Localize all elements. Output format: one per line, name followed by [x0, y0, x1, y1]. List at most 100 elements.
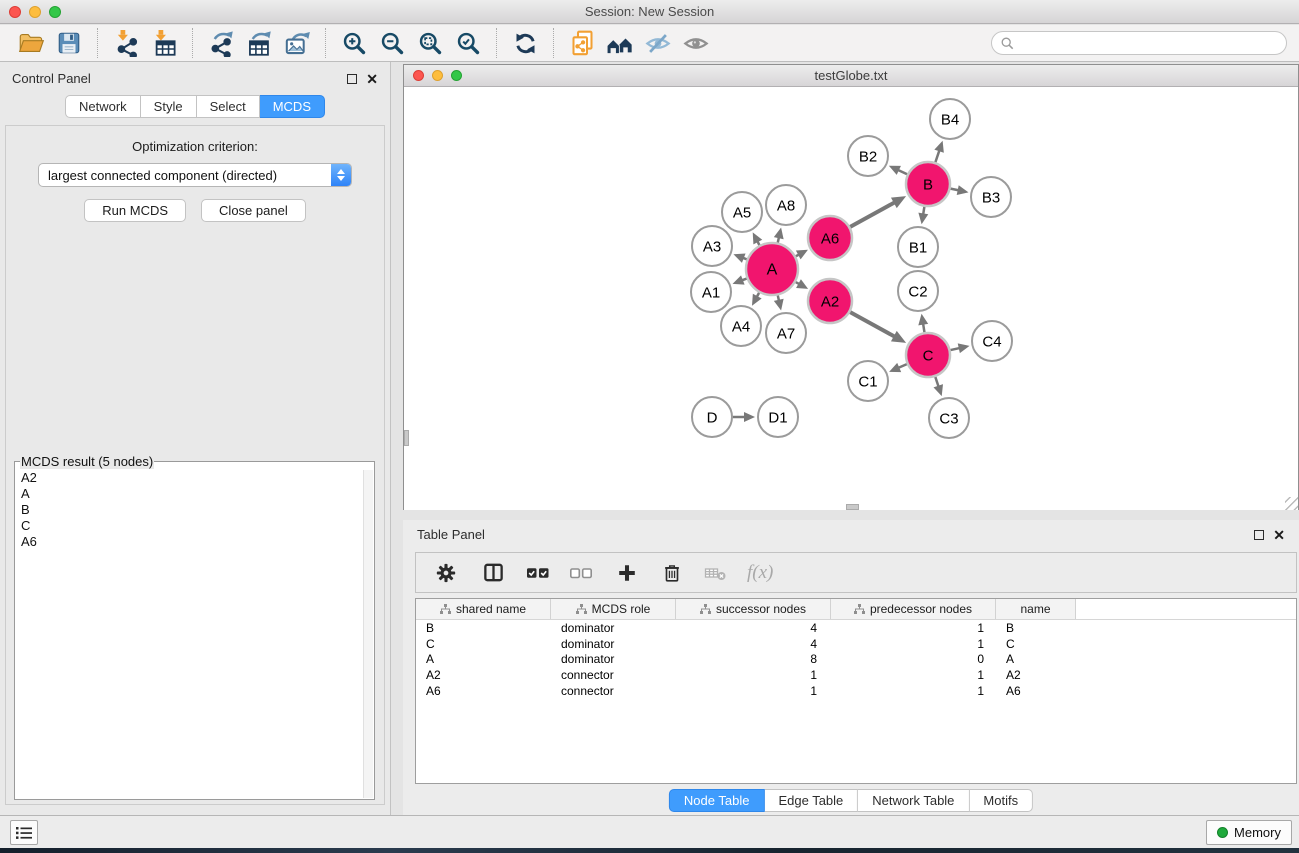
column-header-name[interactable]: name: [996, 599, 1076, 619]
zoom-in-button[interactable]: [339, 28, 369, 58]
optimization-criterion-label: Optimization criterion:: [6, 139, 384, 154]
table-row[interactable]: Cdominator 41 C: [416, 636, 1296, 652]
graph-edge-arrowhead: [934, 384, 943, 396]
graph-node-C4[interactable]: C4: [972, 321, 1012, 361]
delete-column-button[interactable]: [661, 562, 683, 584]
tab-node-table[interactable]: Node Table: [669, 789, 765, 812]
tab-mcds[interactable]: MCDS: [260, 95, 325, 118]
svg-text:A8: A8: [777, 197, 795, 214]
minimize-window-button[interactable]: [29, 6, 41, 18]
show-column-button[interactable]: [482, 561, 505, 584]
table-row[interactable]: Adominator 80 A: [416, 651, 1296, 667]
task-history-button[interactable]: [10, 820, 38, 845]
svg-text:B4: B4: [941, 111, 959, 128]
create-column-button[interactable]: [616, 562, 638, 584]
hide-selected-button[interactable]: [643, 28, 673, 58]
float-panel-icon[interactable]: [347, 74, 357, 84]
plus-icon: [616, 562, 638, 584]
graph-node-B3[interactable]: B3: [971, 177, 1011, 217]
graph-node-B[interactable]: B: [906, 162, 950, 206]
horizontal-scroll-thumb[interactable]: [846, 504, 859, 510]
export-image-button[interactable]: [282, 28, 312, 58]
graph-edge-A6-B[interactable]: [850, 202, 895, 227]
memory-status-icon: [1217, 827, 1228, 838]
tab-select[interactable]: Select: [197, 95, 260, 118]
graph-node-C2[interactable]: C2: [898, 271, 938, 311]
network-zoom-button[interactable]: [451, 70, 462, 81]
graph-node-C1[interactable]: C1: [848, 361, 888, 401]
unselect-all-columns-button[interactable]: [569, 561, 593, 585]
graph-node-A[interactable]: A: [746, 243, 798, 295]
column-header-mcds-role[interactable]: MCDS role: [551, 599, 676, 619]
tab-motifs[interactable]: Motifs: [969, 789, 1033, 812]
graph-node-A6[interactable]: A6: [808, 216, 852, 260]
resize-grip[interactable]: [1285, 497, 1298, 510]
result-item: B: [19, 502, 370, 518]
graph-node-A1[interactable]: A1: [691, 272, 731, 312]
graph-node-B2[interactable]: B2: [848, 136, 888, 176]
main-titlebar: Session: New Session: [0, 0, 1299, 24]
table-settings-button[interactable]: [435, 562, 457, 584]
zoom-out-button[interactable]: [377, 28, 407, 58]
optimization-criterion-dropdown[interactable]: largest connected component (directed): [38, 163, 352, 187]
graph-node-A3[interactable]: A3: [692, 226, 732, 266]
table-row[interactable]: Bdominator 41 B: [416, 620, 1296, 636]
show-all-button[interactable]: [681, 28, 711, 58]
graph-node-A5[interactable]: A5: [722, 192, 762, 232]
import-table-button[interactable]: [149, 28, 179, 58]
vertical-scroll-thumb[interactable]: [404, 430, 409, 446]
graph-node-C[interactable]: C: [906, 333, 950, 377]
close-window-button[interactable]: [9, 6, 21, 18]
tab-style[interactable]: Style: [141, 95, 197, 118]
hierarchy-icon: [576, 604, 587, 614]
column-header-predecessor-nodes[interactable]: predecessor nodes: [831, 599, 996, 619]
graph-node-A8[interactable]: A8: [766, 185, 806, 225]
tab-network-table[interactable]: Network Table: [858, 789, 969, 812]
refresh-view-button[interactable]: [510, 28, 540, 58]
network-close-button[interactable]: [413, 70, 424, 81]
open-session-button[interactable]: [16, 28, 46, 58]
column-header-shared-name[interactable]: shared name: [416, 599, 551, 619]
column-header-successor-nodes[interactable]: successor nodes: [676, 599, 831, 619]
graph-node-A7[interactable]: A7: [766, 313, 806, 353]
tab-edge-table[interactable]: Edge Table: [764, 789, 858, 812]
run-mcds-button[interactable]: Run MCDS: [84, 199, 186, 222]
close-table-panel-icon[interactable]: ✕: [1273, 530, 1285, 540]
zoom-window-button[interactable]: [49, 6, 61, 18]
export-network-button[interactable]: [206, 28, 236, 58]
graph-edge-B-B4[interactable]: [935, 149, 939, 162]
graph-node-D[interactable]: D: [692, 397, 732, 437]
float-table-panel-icon[interactable]: [1254, 530, 1264, 540]
zoom-fit-button[interactable]: [415, 28, 445, 58]
network-minimize-button[interactable]: [432, 70, 443, 81]
graph-node-B4[interactable]: B4: [930, 99, 970, 139]
mcds-panel: Optimization criterion: largest connecte…: [5, 125, 385, 805]
graph-node-B1[interactable]: B1: [898, 227, 938, 267]
graph-node-D1[interactable]: D1: [758, 397, 798, 437]
svg-text:B1: B1: [909, 239, 927, 256]
network-canvas[interactable]: B4 B2 B B3 A8 A5 A6 A3 B1 A A1 C2 A2 A4A7 C4 C C1 C3 D D1: [404, 87, 1298, 510]
table-row[interactable]: A6connector 11 A6: [416, 683, 1296, 699]
table-row[interactable]: A2connector 11 A2: [416, 667, 1296, 683]
export-table-button[interactable]: [244, 28, 274, 58]
new-network-from-selection-button[interactable]: [567, 28, 597, 58]
search-input[interactable]: [1020, 36, 1277, 51]
close-panel-icon[interactable]: ✕: [366, 74, 378, 84]
graph-node-C3[interactable]: C3: [929, 398, 969, 438]
zoom-selected-button[interactable]: [453, 28, 483, 58]
graph-edge-arrowhead: [733, 275, 745, 284]
first-neighbors-button[interactable]: [605, 28, 635, 58]
save-session-button[interactable]: [54, 28, 84, 58]
search-icon: [1001, 37, 1014, 50]
graph-node-A4[interactable]: A4: [721, 306, 761, 346]
tab-network[interactable]: Network: [65, 95, 141, 118]
graph-node-A2[interactable]: A2: [808, 279, 852, 323]
graph-edge-A2-C[interactable]: [850, 312, 895, 337]
graph-edge-arrowhead: [774, 299, 784, 311]
select-all-columns-button[interactable]: [526, 561, 550, 585]
memory-button[interactable]: Memory: [1206, 820, 1292, 845]
search-field[interactable]: [991, 31, 1287, 55]
close-panel-button[interactable]: Close panel: [201, 199, 306, 222]
result-scrollbar[interactable]: [363, 470, 373, 798]
import-network-button[interactable]: [111, 28, 141, 58]
